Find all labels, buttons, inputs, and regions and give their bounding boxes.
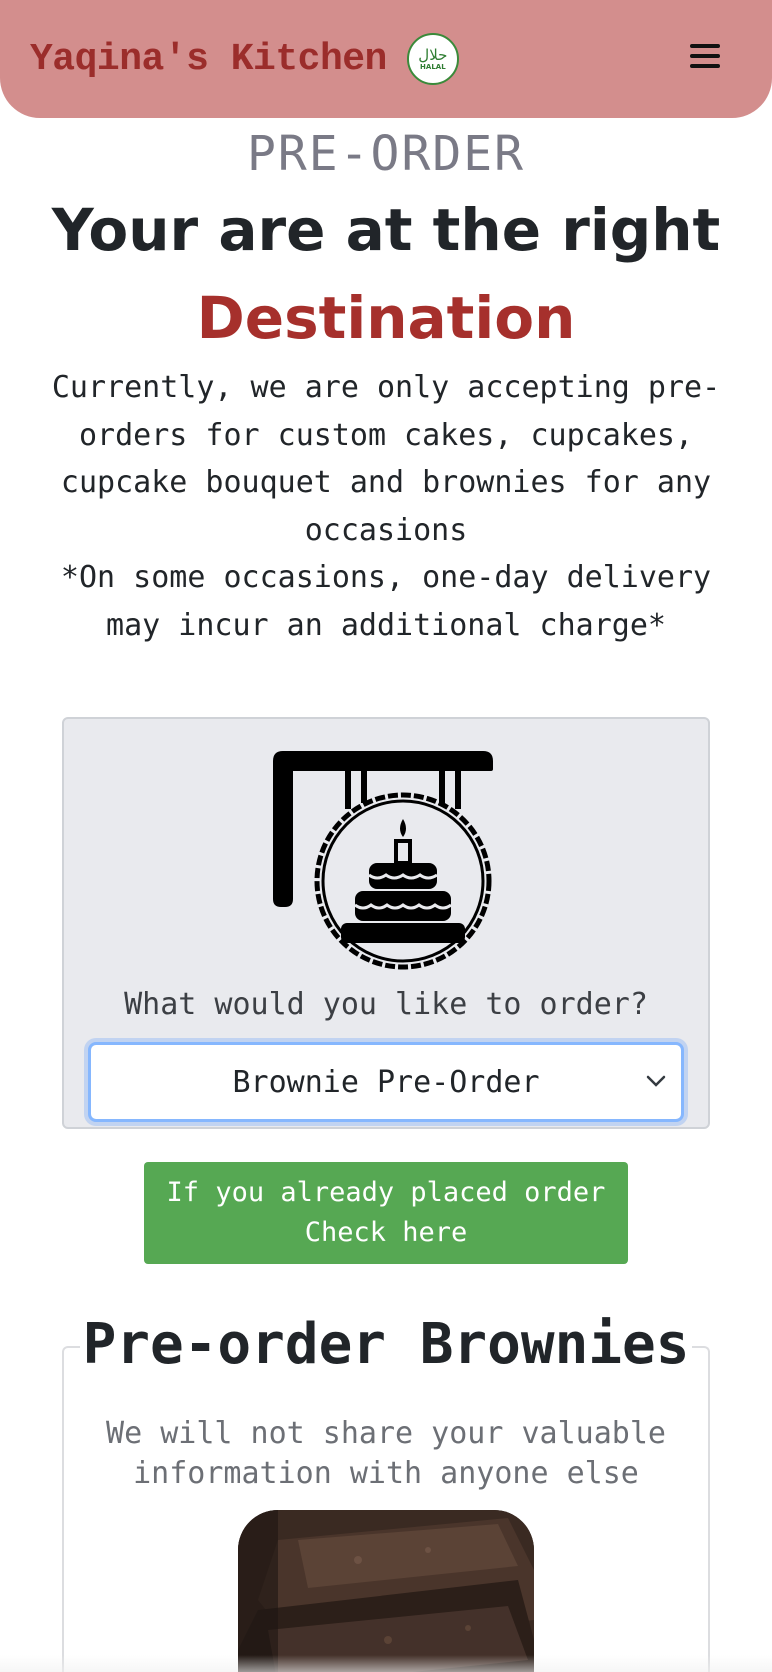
brownie-photo-art <box>238 1510 534 1672</box>
brownie-photo <box>238 1510 534 1672</box>
check-order-button[interactable]: If you already placed order Check here <box>144 1162 628 1264</box>
chevron-down-icon <box>646 1075 666 1087</box>
check-order-button-line-2: Check here <box>304 1217 468 1248</box>
order-type-selected-value: Brownie Pre-Order <box>232 1064 540 1100</box>
page-eyebrow: PRE-ORDER <box>246 126 526 182</box>
check-order-button-line-1: If you already placed order <box>166 1177 606 1208</box>
order-type-select[interactable]: Brownie Pre-Order <box>88 1042 684 1122</box>
brand-logo-text[interactable]: Yaqina's Kitchen <box>30 38 387 81</box>
halal-badge-icon: حلال HALAL <box>406 33 459 85</box>
privacy-note: We will not share your valuable informat… <box>62 1414 710 1494</box>
page-headline: Your are at the right <box>51 196 721 264</box>
privacy-note-line-2: information with anyone else <box>133 1456 639 1491</box>
navbar: Yaqina's Kitchen حلال HALAL <box>0 0 772 118</box>
halal-badge-arabic: حلال <box>418 46 448 64</box>
intro-paragraph: Currently, we are only accepting pre-ord… <box>51 370 721 548</box>
intro-text: Currently, we are only accepting pre-ord… <box>30 364 742 649</box>
privacy-note-line-1: We will not share your valuable <box>106 1416 666 1451</box>
bottom-fade <box>0 1655 772 1672</box>
hamburger-icon[interactable] <box>690 44 720 70</box>
delivery-notice: *On some occasions, one-day delivery may… <box>60 560 712 643</box>
cake-shop-sign-icon <box>273 751 493 970</box>
halal-badge-latin: HALAL <box>420 63 446 71</box>
page-headline-accent: Destination <box>196 284 576 352</box>
order-type-card: What would you like to order? Brownie Pr… <box>62 717 710 1129</box>
brownie-section-title: Pre-order Brownies <box>80 1310 692 1380</box>
order-prompt-label: What would you like to order? <box>124 987 648 1022</box>
